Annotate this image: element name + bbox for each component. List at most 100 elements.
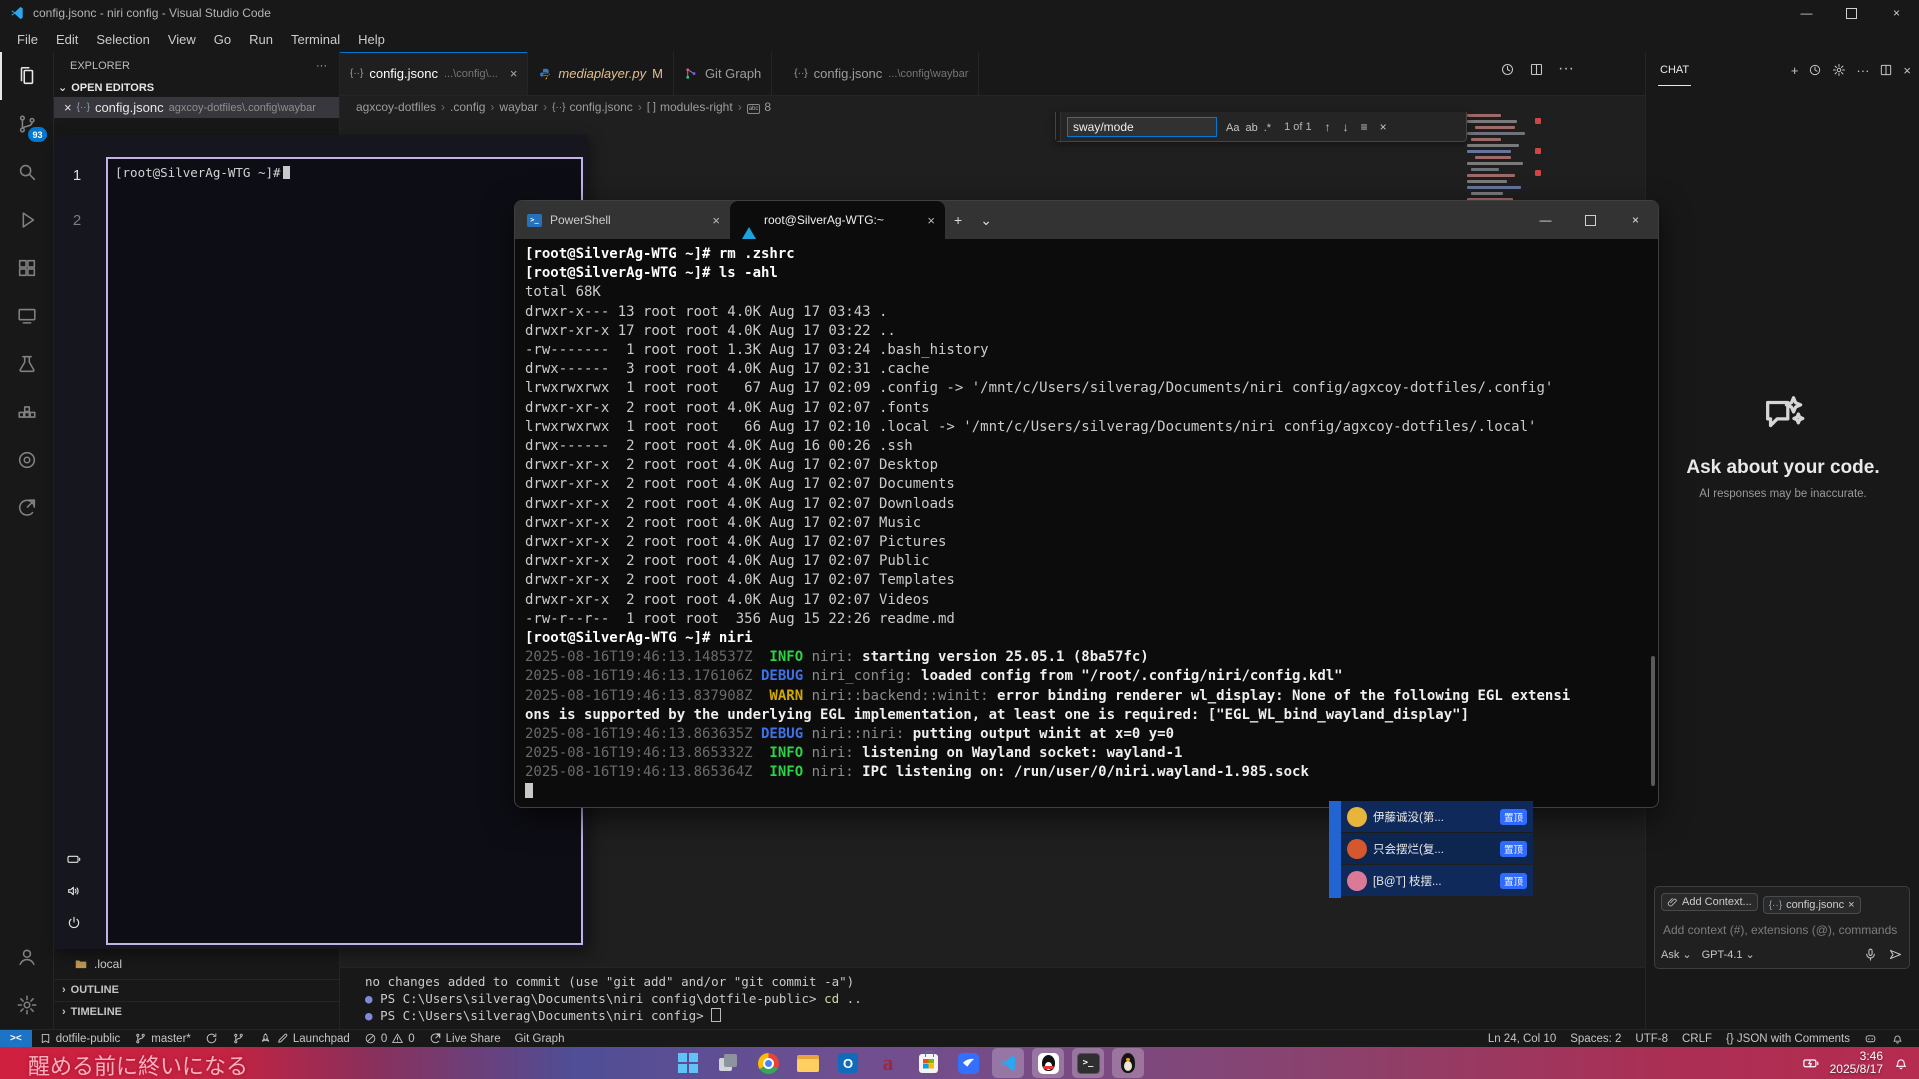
taskbar-a-app-icon[interactable]: a bbox=[872, 1048, 904, 1078]
taskbar-chrome-icon[interactable] bbox=[752, 1048, 784, 1078]
status-utf-8[interactable]: UTF-8 bbox=[1628, 1030, 1675, 1048]
activity-remote-explorer-icon[interactable] bbox=[0, 292, 54, 340]
activity-live-share-icon[interactable] bbox=[0, 484, 54, 532]
find-close-icon[interactable]: × bbox=[1377, 120, 1390, 134]
menu-terminal[interactable]: Terminal bbox=[282, 30, 349, 49]
maximize-button[interactable] bbox=[1829, 0, 1874, 26]
taskbar-terminal-icon[interactable]: >_ bbox=[1072, 1048, 1104, 1078]
find-option-[interactable]: .* bbox=[1261, 121, 1274, 135]
terminal-minimize-button[interactable]: — bbox=[1523, 201, 1568, 239]
breadcrumb-item[interactable]: abc8 bbox=[747, 100, 771, 114]
battery-icon[interactable] bbox=[66, 851, 82, 867]
status-branch-icon[interactable] bbox=[225, 1030, 252, 1048]
close-icon[interactable]: × bbox=[64, 100, 72, 115]
taskbar-vscode-icon[interactable] bbox=[992, 1048, 1024, 1078]
status-sync-icon[interactable] bbox=[198, 1030, 225, 1048]
open-editor-icon[interactable] bbox=[1879, 63, 1893, 77]
activity-files-icon[interactable] bbox=[0, 52, 54, 100]
terminal-scrollbar[interactable] bbox=[1651, 656, 1655, 786]
timeline-section[interactable]: › TIMELINE bbox=[54, 1001, 340, 1022]
history-icon[interactable] bbox=[1500, 62, 1515, 77]
terminal-maximize-button[interactable] bbox=[1568, 201, 1613, 239]
speaker-icon[interactable] bbox=[66, 883, 82, 899]
activity-run-debug-icon[interactable] bbox=[0, 196, 54, 244]
activity-account-icon[interactable] bbox=[0, 933, 54, 981]
taskbar-tux-icon[interactable] bbox=[1112, 1048, 1144, 1078]
tab-close-icon[interactable]: × bbox=[927, 213, 935, 228]
menu-file[interactable]: File bbox=[8, 30, 47, 49]
integrated-terminal-panel[interactable]: no changes added to commit (use "git add… bbox=[340, 967, 1645, 1029]
status-git-graph[interactable]: Git Graph bbox=[508, 1030, 572, 1048]
find-in-selection-icon[interactable]: ≡ bbox=[1358, 120, 1371, 134]
tab-config-jsonc[interactable]: {··}config.jsonc...\config\...× bbox=[340, 52, 528, 95]
new-tab-button[interactable]: + bbox=[945, 212, 971, 228]
activity-search-icon[interactable] bbox=[0, 148, 54, 196]
chip-close-icon[interactable]: × bbox=[1848, 899, 1854, 911]
windows-terminal-window[interactable]: >_PowerShell×root@SilverAg-WTG:~× + ⌄ — … bbox=[514, 200, 1659, 808]
minimap[interactable] bbox=[1465, 112, 1543, 210]
status-repo-icon-dotfile-public[interactable]: dotfile-public bbox=[32, 1030, 128, 1048]
tab-chat[interactable]: CHAT bbox=[1658, 55, 1691, 86]
waybar-workspace-1[interactable]: 1 bbox=[66, 167, 88, 184]
status-copilot-icon[interactable] bbox=[1857, 1030, 1884, 1048]
breadcrumb-item[interactable]: agxcoy-dotfiles bbox=[356, 100, 436, 114]
outline-section[interactable]: › OUTLINE bbox=[54, 979, 340, 1000]
sidebar-more-icon[interactable]: ··· bbox=[316, 60, 327, 72]
menu-help[interactable]: Help bbox=[349, 30, 394, 49]
chat-input-box[interactable]: Add Context... {··}config.jsonc× Add cont… bbox=[1654, 886, 1910, 969]
menu-edit[interactable]: Edit bbox=[47, 30, 87, 49]
taskbar-clock[interactable]: 3:46 2025/8/17 bbox=[1830, 1050, 1883, 1076]
breadcrumb-item[interactable]: .config bbox=[450, 100, 485, 114]
waybar-workspace-2[interactable]: 2 bbox=[66, 212, 88, 229]
menu-go[interactable]: Go bbox=[205, 30, 240, 49]
chat-mode-select[interactable]: Ask⌄ bbox=[1661, 948, 1692, 961]
tree-item-local[interactable]: .local bbox=[54, 957, 340, 971]
taskbar-qq-icon[interactable] bbox=[1032, 1048, 1064, 1078]
context-chip-add-context-[interactable]: Add Context... bbox=[1661, 893, 1758, 911]
breadcrumb-item[interactable]: {··}config.jsonc bbox=[552, 100, 633, 114]
context-chip-config-jsonc[interactable]: {··}config.jsonc× bbox=[1763, 896, 1861, 914]
activity-source-control-icon[interactable]: 93 bbox=[0, 100, 54, 148]
menu-selection[interactable]: Selection bbox=[87, 30, 158, 49]
find-previous-icon[interactable]: ↑ bbox=[1322, 120, 1334, 134]
breadcrumb-item[interactable]: [ ]modules-right bbox=[647, 100, 733, 114]
terminal-tab-inactive[interactable]: >_PowerShell× bbox=[515, 201, 730, 239]
tab-config-jsonc[interactable]: {··}config.jsonc...\config\waybar bbox=[784, 52, 979, 95]
open-editor-icon[interactable] bbox=[1529, 62, 1544, 77]
taskbar-feishu-icon[interactable] bbox=[952, 1048, 984, 1078]
activity-containers-icon[interactable] bbox=[0, 388, 54, 436]
terminal-close-button[interactable]: × bbox=[1613, 201, 1658, 239]
qq-group-row[interactable]: 伊藤诚没(第...置顶 bbox=[1341, 801, 1533, 832]
tab-close-icon[interactable]: × bbox=[712, 213, 720, 228]
history-icon[interactable] bbox=[1808, 63, 1822, 77]
status-ln-24-col-10[interactable]: Ln 24, Col 10 bbox=[1481, 1030, 1563, 1048]
find-option-Aa[interactable]: Aa bbox=[1223, 121, 1242, 135]
breadcrumb-item[interactable]: waybar bbox=[499, 100, 538, 114]
taskbar-start-icon[interactable] bbox=[672, 1048, 704, 1078]
taskbar-store-icon[interactable] bbox=[912, 1048, 944, 1078]
taskbar-outlook-icon[interactable]: O bbox=[832, 1048, 864, 1078]
terminal-output[interactable]: [root@SilverAg-WTG ~]# rm .zshrc[root@Si… bbox=[515, 239, 1658, 802]
status-spaces-2[interactable]: Spaces: 2 bbox=[1563, 1030, 1628, 1048]
find-input[interactable]: sway/mode bbox=[1067, 117, 1217, 137]
close-button[interactable]: × bbox=[1874, 0, 1919, 26]
gear-icon[interactable] bbox=[1832, 63, 1846, 77]
power-icon[interactable] bbox=[66, 915, 82, 931]
find-option-ab[interactable]: ab bbox=[1242, 121, 1260, 135]
chat-model-select[interactable]: GPT-4.1⌄ bbox=[1702, 948, 1755, 961]
activity-target-icon[interactable] bbox=[0, 436, 54, 484]
status-live-share-icon-live-share[interactable]: Live Share bbox=[422, 1030, 508, 1048]
send-icon[interactable] bbox=[1888, 947, 1903, 962]
status-rocket-icon-pencil-icon-launchpad[interactable]: Launchpad bbox=[252, 1030, 357, 1048]
taskbar-explorer-icon[interactable] bbox=[792, 1048, 824, 1078]
activity-settings-gear-icon[interactable] bbox=[0, 981, 54, 1029]
tab-mediaplayer-py[interactable]: mediaplayer.pyM bbox=[528, 52, 674, 95]
chat-input-placeholder[interactable]: Add context (#), extensions (@), command… bbox=[1663, 923, 1903, 937]
status-crlf[interactable]: CRLF bbox=[1675, 1030, 1719, 1048]
open-editors-header[interactable]: ⌄ OPEN EDITORS bbox=[54, 78, 339, 97]
find-next-icon[interactable]: ↓ bbox=[1340, 120, 1352, 134]
taskbar-taskview-icon[interactable] bbox=[712, 1048, 744, 1078]
niri-terminal-window[interactable]: [root@SilverAg-WTG ~]# bbox=[106, 157, 583, 945]
find-grip[interactable] bbox=[1056, 112, 1061, 141]
tab-close-icon[interactable]: × bbox=[510, 66, 518, 81]
